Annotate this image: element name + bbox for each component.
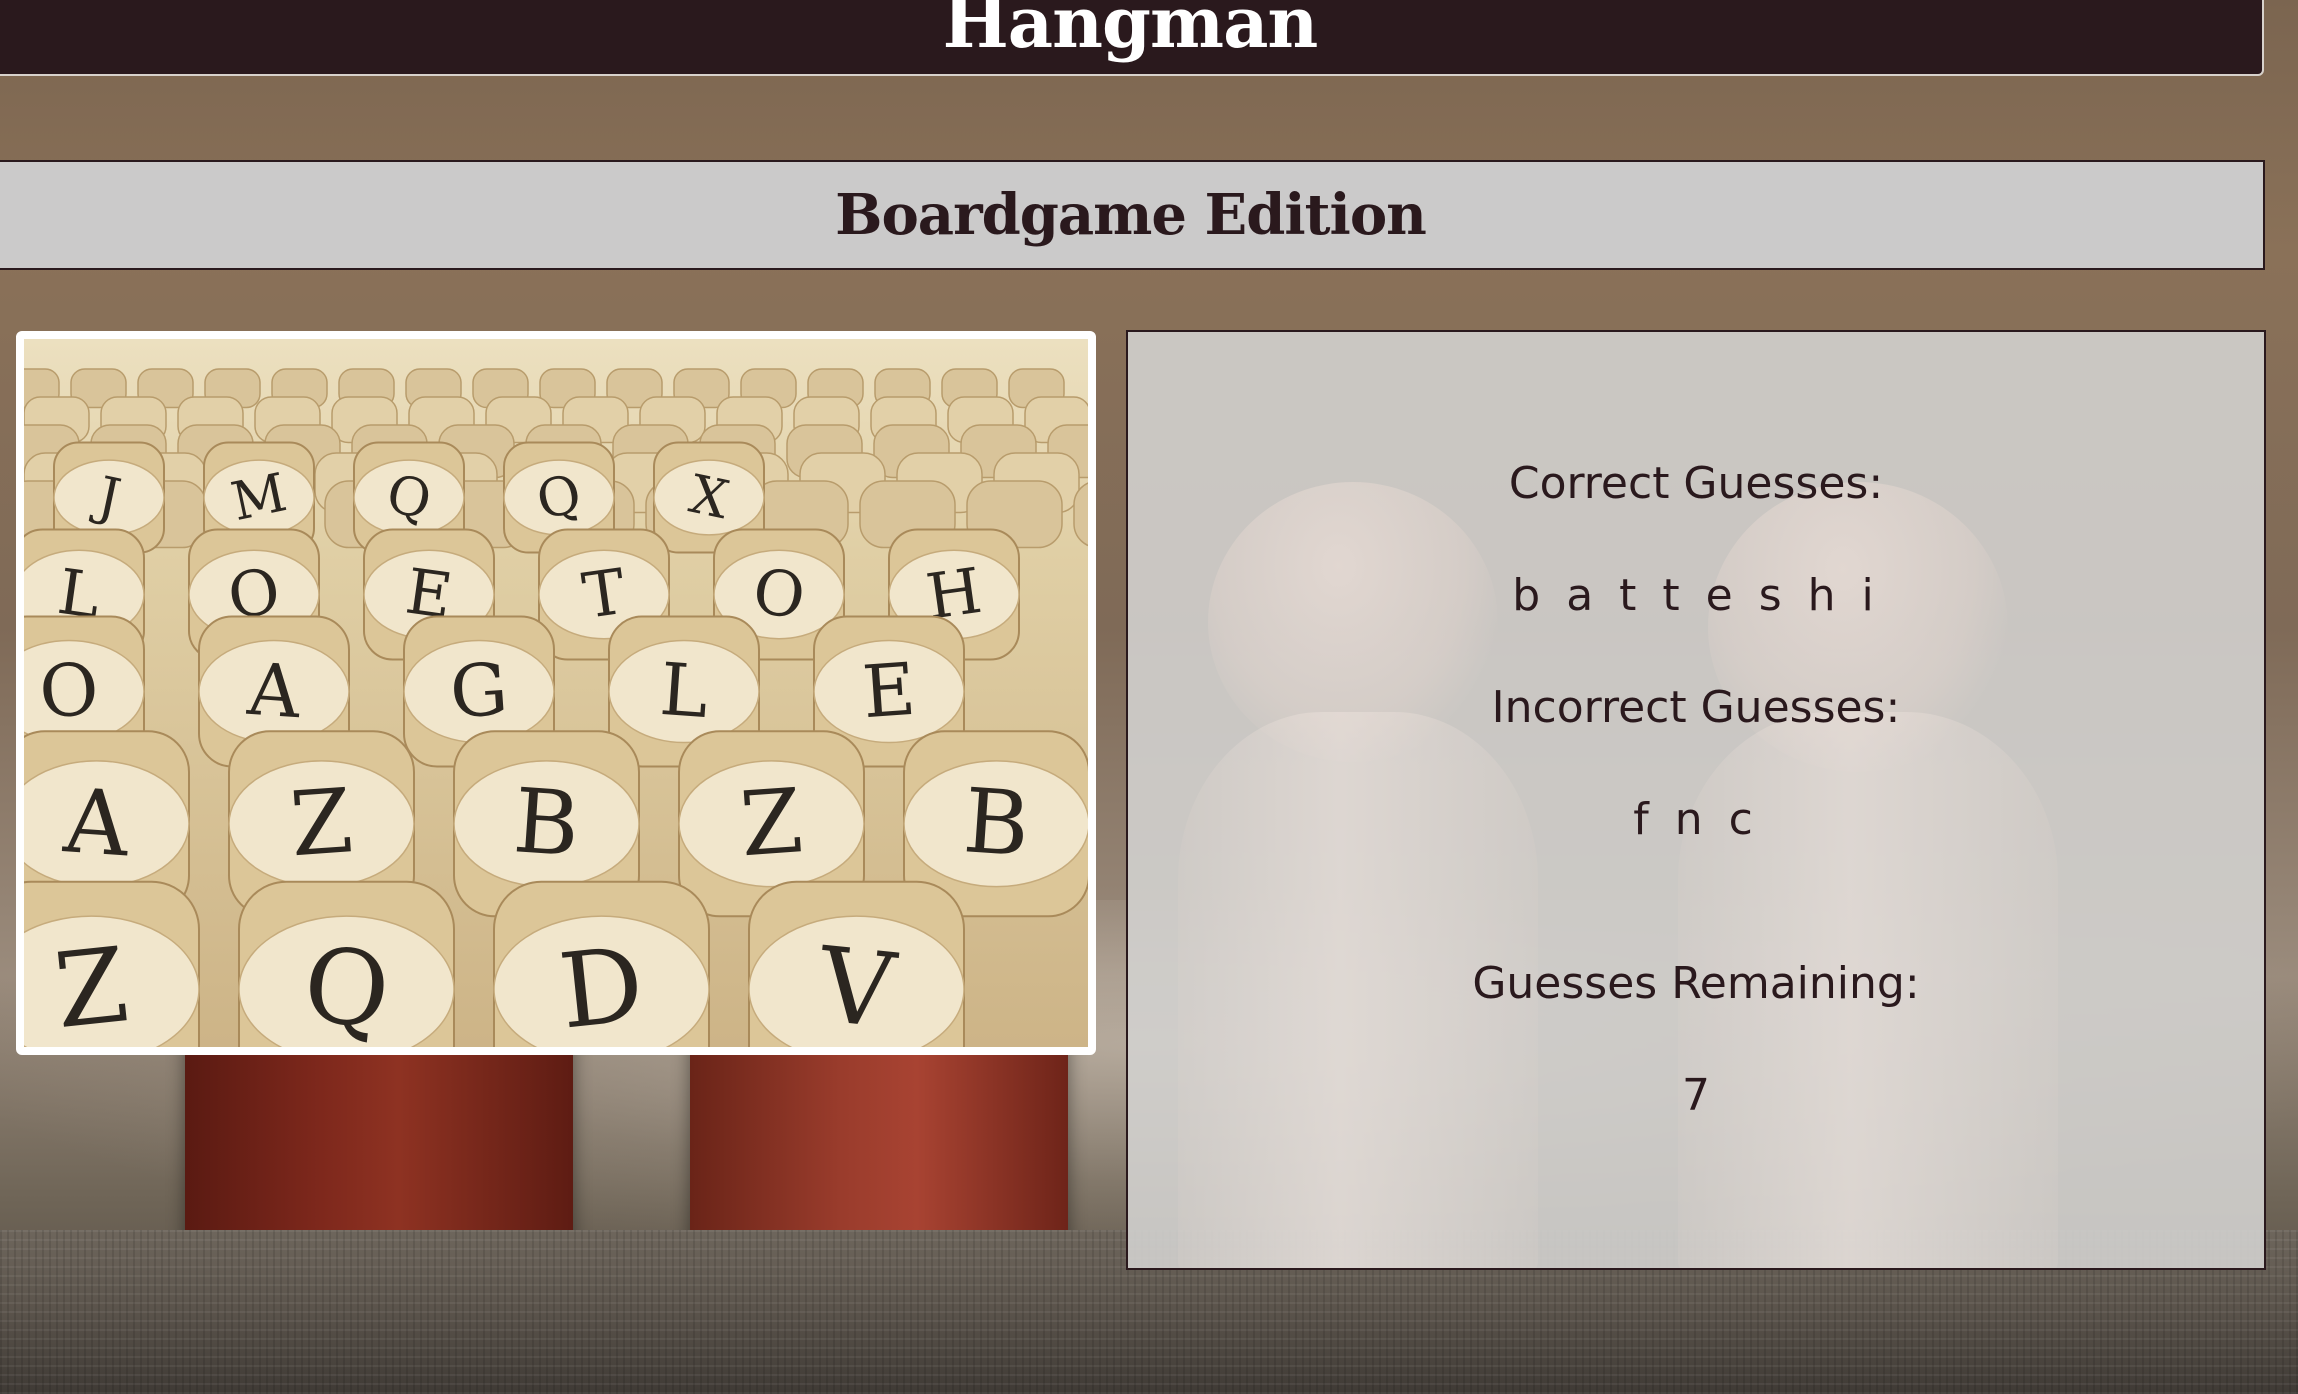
die-letter: A (244, 647, 304, 735)
incorrect-guesses-label: Incorrect Guesses: (1491, 682, 1901, 733)
die-letter: A (60, 769, 133, 876)
page-title: Hangman (942, 0, 1319, 64)
die-letter: V (812, 925, 902, 1047)
die-letter: L (657, 647, 711, 734)
letter-die: Q (238, 880, 455, 1047)
die-letter: E (860, 647, 918, 734)
letter-die: D (493, 880, 710, 1047)
die-letter: B (960, 769, 1032, 876)
guesses-remaining-value: 7 (1682, 1070, 1710, 1121)
letter-dice-illustration: J M Q Q XL O E T O HO A G L EA Z B Z BZ Q D V (24, 368, 1088, 1047)
die-letter: Z (287, 769, 356, 876)
die-letter: Q (298, 925, 395, 1047)
die-letter: D (554, 925, 649, 1047)
letter-die: V (748, 880, 965, 1047)
correct-guesses-value: b a t t e s h i (1512, 570, 1880, 621)
incorrect-guesses-value: f n c (1633, 794, 1759, 845)
die-letter: G (447, 647, 510, 735)
die-letter: O (749, 554, 810, 633)
letter-dice-image: JMQQXLOETOHOAGLEAZBZBZQDV (16, 331, 1096, 1055)
die-letter: O (37, 647, 102, 735)
letter-die: Z (24, 880, 200, 1047)
subtitle-bar: Boardgame Edition (0, 160, 2265, 270)
die-letter: Z (50, 925, 134, 1047)
stats-panel: Correct Guesses: b a t t e s h i Incorre… (1126, 330, 2266, 1270)
correct-guesses-label: Correct Guesses: (1508, 458, 1884, 509)
page-subtitle: Boardgame Edition (835, 182, 1427, 248)
die-letter: Z (737, 769, 806, 876)
title-bar: Hangman (0, 0, 2264, 76)
die-letter: B (510, 769, 582, 876)
guesses-remaining-label: Guesses Remaining: (1472, 958, 1920, 1009)
